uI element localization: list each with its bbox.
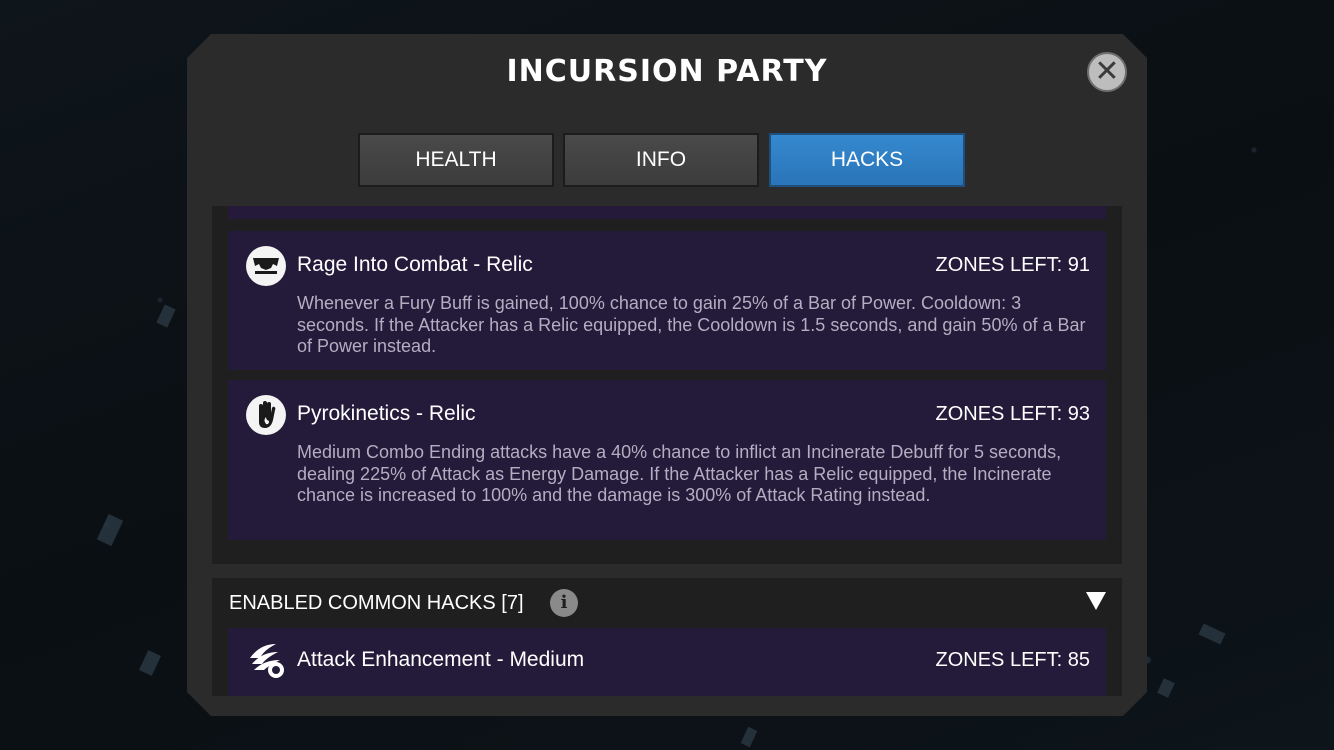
tab-health[interactable]: HEALTH <box>358 133 554 187</box>
close-icon: ✕ <box>1094 54 1120 89</box>
tab-hacks[interactable]: HACKS <box>769 133 965 187</box>
tab-info[interactable]: INFO <box>563 133 759 187</box>
zones-left: ZONES LEFT: 91 <box>935 254 1091 276</box>
hack-name: Pyrokinetics - Relic <box>297 402 476 425</box>
hack-description: Medium Combo Ending attacks have a 40% c… <box>297 442 1062 505</box>
common-hacks-section: ENABLED COMMON HACKS [7] i Attack Enhanc… <box>212 578 1122 696</box>
hack-card[interactable]: Pyrokinetics - Relic ZONES LEFT: 93 Medi… <box>228 380 1106 540</box>
dialog-header: INCURSION PARTY <box>187 0 1147 120</box>
fury-mask-icon <box>246 246 286 286</box>
dialog-title: INCURSION PARTY <box>506 54 828 89</box>
hack-name: Rage Into Combat - Relic <box>297 253 533 276</box>
hack-card[interactable]: Rage Into Combat - Relic ZONES LEFT: 91 … <box>228 231 1106 370</box>
zones-left: ZONES LEFT: 93 <box>935 403 1091 425</box>
info-icon[interactable]: i <box>550 589 578 617</box>
flaming-hand-icon <box>246 395 286 435</box>
hack-card[interactable]: Attack Enhancement - Medium ZONES LEFT: … <box>228 628 1106 696</box>
hack-description: Whenever a Fury Buff is gained, 100% cha… <box>297 293 1086 356</box>
chevron-down-icon[interactable] <box>1086 592 1106 610</box>
close-button[interactable]: ✕ <box>1087 52 1127 92</box>
zones-left: ZONES LEFT: 85 <box>935 649 1091 671</box>
attack-burst-icon <box>246 640 286 680</box>
list-item-partial <box>228 206 1106 219</box>
hack-name: Attack Enhancement - Medium <box>297 648 585 671</box>
common-hacks-label: ENABLED COMMON HACKS [7] <box>229 592 524 614</box>
